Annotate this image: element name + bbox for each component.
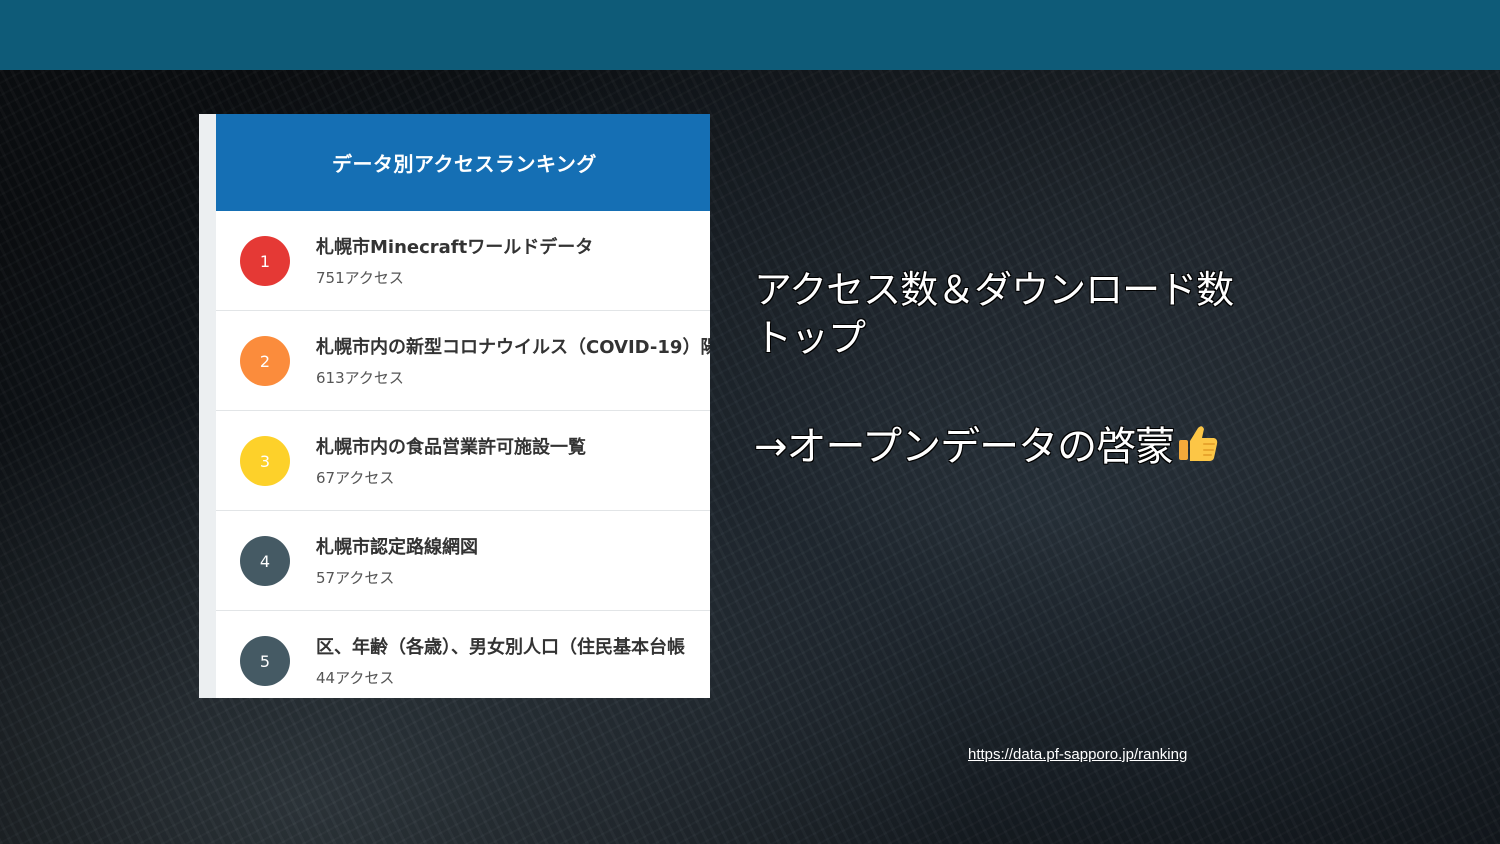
ranking-item[interactable]: 2 札幌市内の新型コロナウイルス（COVID-19）陽 613アクセス [216,311,710,411]
rank-badge: 4 [240,536,290,586]
ranking-item-count: 751アクセス [316,269,404,287]
ranking-screenshot: データ別アクセスランキング 1 札幌市Minecraftワールドデータ 751ア… [199,114,710,698]
ranking-panel: データ別アクセスランキング 1 札幌市Minecraftワールドデータ 751ア… [216,114,710,698]
rank-badge: 5 [240,636,290,686]
ranking-item-count: 613アクセス [316,369,404,387]
headline-line-1: アクセス数＆ダウンロード数 [754,268,1234,312]
ranking-item[interactable]: 3 札幌市内の食品営業許可施設一覧 67アクセス [216,411,710,511]
slide-headline: アクセス数＆ダウンロード数 トップ [754,266,1354,362]
rank-badge: 3 [240,436,290,486]
ranking-item-title[interactable]: 札幌市認定路線網図 [316,533,478,559]
ranking-item[interactable]: 1 札幌市Minecraftワールドデータ 751アクセス [216,211,710,311]
ranking-item-title[interactable]: 区、年齢（各歳）、男女別人口（住民基本台帳 [316,633,685,659]
ranking-item-count: 57アクセス [316,569,395,587]
top-banner [0,0,1500,70]
ranking-item-title[interactable]: 札幌市Minecraftワールドデータ [316,233,593,259]
ranking-item-count: 67アクセス [316,469,395,487]
subline-text: →オープンデータの啓蒙 [754,424,1175,470]
rank-badge: 2 [240,336,290,386]
ranking-item-count: 44アクセス [316,669,395,687]
headline-line-2: トップ [754,316,866,360]
thumbs-up-icon [1179,426,1218,461]
ranking-item-title[interactable]: 札幌市内の新型コロナウイルス（COVID-19）陽 [316,333,710,359]
rank-badge: 1 [240,236,290,286]
slide-subline: →オープンデータの啓蒙 [754,422,1220,472]
ranking-item-title[interactable]: 札幌市内の食品営業許可施設一覧 [316,433,586,459]
ranking-header-title: データ別アクセスランキング [332,152,597,176]
ranking-item[interactable]: 4 札幌市認定路線網図 57アクセス [216,511,710,611]
ranking-header: データ別アクセスランキング [216,114,710,211]
ranking-url-link[interactable]: https://data.pf-sapporo.jp/ranking [968,746,1187,763]
ranking-item[interactable]: 5 区、年齢（各歳）、男女別人口（住民基本台帳 44アクセス [216,611,710,698]
